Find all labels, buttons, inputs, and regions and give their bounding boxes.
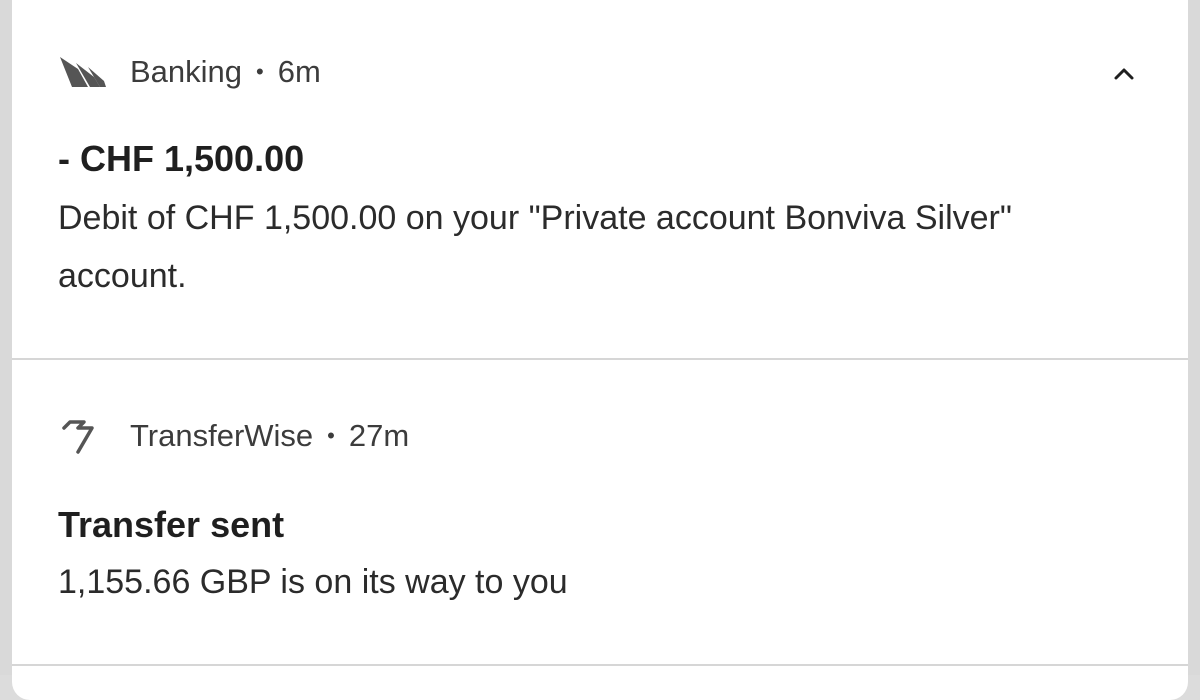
notification-time: 6m [277, 54, 321, 89]
notification-panel: Banking • 6m - CHF 1,500.00 Debit of CHF… [12, 0, 1188, 700]
notification-title: - CHF 1,500.00 [58, 138, 305, 179]
notification-header: Banking • 6m [58, 52, 321, 92]
transferwise-flag-icon [58, 416, 110, 456]
notification-title: Transfer sent [58, 504, 285, 545]
notification-transferwise[interactable]: TransferWise • 27m Transfer sent 1,155.6… [12, 360, 1188, 665]
app-name: TransferWise [130, 418, 314, 453]
bank-sails-icon [58, 52, 110, 92]
notification-divider [12, 664, 1188, 666]
header-separator: • [256, 59, 264, 84]
header-separator: • [327, 423, 335, 448]
chevron-up-icon[interactable] [1106, 56, 1142, 92]
notification-body: Debit of CHF 1,500.00 on your "Private a… [58, 199, 1012, 295]
notification-header: TransferWise • 27m [58, 416, 409, 456]
notification-banking[interactable]: Banking • 6m - CHF 1,500.00 Debit of CHF… [12, 0, 1188, 359]
notification-body: 1,155.66 GBP is on its way to you [58, 563, 568, 601]
app-name: Banking [130, 54, 243, 89]
notification-time: 27m [348, 418, 410, 453]
